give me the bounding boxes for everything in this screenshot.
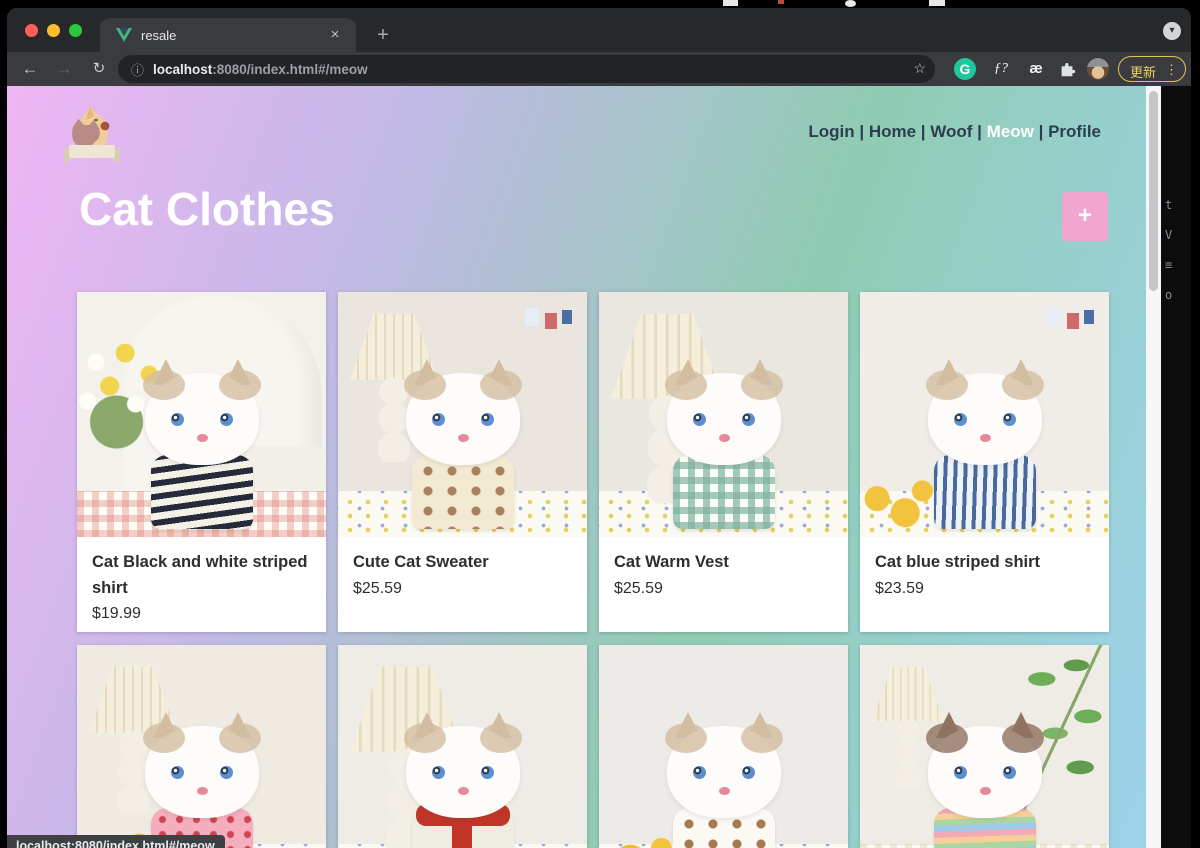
nav-link-home[interactable]: Home [869, 122, 916, 141]
product-info: Cute Cat Sweater $25.59 [338, 537, 587, 632]
product-price: $25.59 [353, 580, 572, 598]
cat-illustration [649, 710, 799, 848]
main-nav: Login | Home | Woof | Meow | Profile [808, 122, 1101, 142]
nav-separator: | [972, 122, 986, 141]
product-card[interactable] [599, 645, 848, 848]
product-card[interactable]: Cat Warm Vest $25.59 [599, 292, 848, 632]
tab-search-button[interactable]: ▾ [1163, 22, 1181, 40]
background-window-fragment [778, 0, 784, 4]
product-card[interactable] [860, 645, 1109, 848]
product-photo [77, 645, 326, 848]
forward-button[interactable]: → [51, 57, 77, 81]
nav-link-meow[interactable]: Meow [987, 122, 1034, 141]
menu-dots-icon[interactable]: ⋮ [1165, 62, 1178, 78]
background-window-fragment [723, 0, 738, 6]
browser-viewport: Login | Home | Woof | Meow | Profile Cat… [7, 86, 1191, 848]
product-photo [338, 292, 587, 537]
product-title: Cat Warm Vest [614, 550, 833, 576]
product-photo [599, 645, 848, 848]
ae-extension-icon[interactable]: æ [1025, 58, 1047, 80]
browser-tab[interactable]: resale × [100, 18, 356, 52]
nav-separator: | [855, 122, 869, 141]
reload-button[interactable]: ↻ [86, 57, 112, 81]
background-text-fragment: o [1165, 288, 1172, 302]
scrollbar-thumb[interactable] [1149, 91, 1158, 291]
nav-link-profile[interactable]: Profile [1048, 122, 1101, 141]
page-content: Login | Home | Woof | Meow | Profile Cat… [7, 86, 1146, 848]
nav-separator: | [1034, 122, 1048, 141]
background-window-fragment [845, 0, 856, 7]
product-price: $23.59 [875, 580, 1094, 598]
site-logo[interactable] [60, 103, 124, 165]
page-scrollbar[interactable] [1146, 86, 1161, 848]
profile-avatar[interactable] [1087, 58, 1109, 80]
update-button-label: 更新 [1130, 62, 1156, 81]
nav-link-login[interactable]: Login [808, 122, 854, 141]
chrome-update-button[interactable]: 更新 ⋮ [1118, 56, 1186, 82]
grammarly-extension-icon[interactable]: G [954, 58, 976, 80]
product-info: Cat blue striped shirt $23.59 [860, 537, 1109, 632]
add-product-button[interactable]: + [1062, 192, 1108, 241]
status-bar-url: localhost:8080/index.html#/meow [7, 835, 225, 848]
nav-link-woof[interactable]: Woof [930, 122, 972, 141]
extensions-puzzle-icon[interactable] [1056, 58, 1078, 80]
product-info: Cat Warm Vest $25.59 [599, 537, 848, 632]
bookmark-star-icon[interactable]: ☆ [913, 60, 926, 77]
tab-strip: resale × + ▾ [7, 8, 1191, 52]
new-tab-button[interactable]: + [371, 24, 395, 48]
back-button[interactable]: ← [17, 57, 43, 81]
product-card[interactable] [338, 645, 587, 848]
cat-outfit [412, 455, 514, 529]
product-grid: Cat Black and white striped shirt $19.99 [77, 292, 1109, 848]
product-price: $25.59 [614, 580, 833, 598]
site-info-icon[interactable]: ⓘ [131, 60, 144, 79]
window-close-button[interactable] [25, 24, 38, 37]
product-title: Cat Black and white striped shirt [92, 550, 311, 601]
product-photo [77, 292, 326, 537]
tab-title: resale [141, 28, 176, 43]
nav-separator: | [916, 122, 930, 141]
url-path: :8080/index.html#/meow [212, 62, 367, 77]
tab-close-icon[interactable]: × [326, 26, 344, 44]
cat-illustration [388, 357, 538, 529]
cat-illustration [388, 710, 538, 848]
product-card[interactable]: Cat Black and white striped shirt $19.99 [77, 292, 326, 632]
product-card[interactable]: Cat blue striped shirt $23.59 [860, 292, 1109, 632]
product-photo [860, 292, 1109, 537]
page-title: Cat Clothes [79, 182, 335, 236]
browser-window: resale × + ▾ ← → ↻ ⓘ localhost:8080/inde… [7, 8, 1191, 848]
product-price: $19.99 [92, 605, 311, 623]
product-photo [338, 645, 587, 848]
cat-outfit [934, 455, 1036, 529]
cat-illustration [127, 357, 277, 529]
background-text-fragment: ≡ [1165, 258, 1172, 272]
url-host: localhost [153, 62, 212, 77]
product-card[interactable] [77, 645, 326, 848]
background-text-fragment: t [1165, 198, 1172, 212]
product-card[interactable]: Cute Cat Sweater $25.59 [338, 292, 587, 632]
address-bar[interactable]: ⓘ localhost:8080/index.html#/meow ☆ [118, 55, 935, 83]
cat-illustration [910, 357, 1060, 529]
cat-illustration [910, 710, 1060, 848]
cat-outfit [673, 455, 775, 529]
cat-illustration [127, 710, 277, 848]
product-title: Cat blue striped shirt [875, 550, 1094, 576]
product-title: Cute Cat Sweater [353, 550, 572, 576]
product-photo [860, 645, 1109, 848]
product-info: Cat Black and white striped shirt $19.99 [77, 537, 326, 632]
background-window-fragment [929, 0, 945, 6]
window-zoom-button[interactable] [69, 24, 82, 37]
wall-photos-illustration [1047, 308, 1097, 350]
window-minimize-button[interactable] [47, 24, 60, 37]
background-text-fragment: V [1165, 228, 1172, 242]
wall-photos-illustration [525, 308, 575, 350]
background-window-strip: t V ≡ o [1161, 86, 1191, 848]
vue-favicon-icon [116, 28, 132, 42]
cat-illustration [649, 357, 799, 529]
browser-toolbar: ← → ↻ ⓘ localhost:8080/index.html#/meow … [7, 52, 1191, 86]
math-extension-icon[interactable]: ƒ? [990, 58, 1012, 80]
product-photo [599, 292, 848, 537]
cat-outfit [151, 455, 253, 529]
